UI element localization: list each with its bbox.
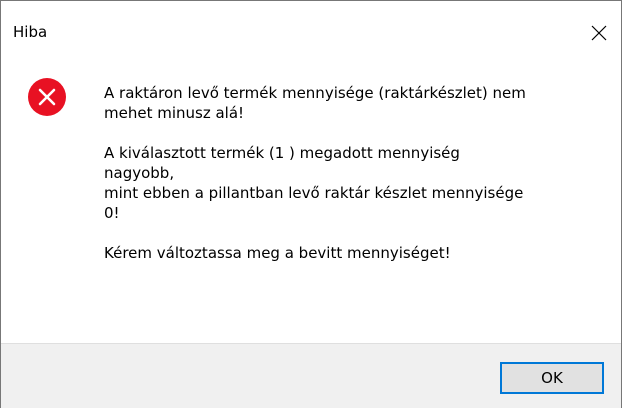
message-spacer: [104, 123, 604, 143]
close-button[interactable]: [577, 15, 621, 51]
message-line: mint ebben a pillantban levő raktár kész…: [104, 184, 524, 202]
dialog-footer: OK: [1, 343, 621, 408]
message-line: A kiválasztott termék (1 ) megadott menn…: [104, 144, 460, 162]
window-title: Hiba: [13, 23, 48, 41]
message-line: Kérem változtassa meg a bevitt mennyiség…: [104, 244, 451, 262]
title-bar: Hiba: [1, 1, 621, 57]
ok-button[interactable]: OK: [500, 362, 604, 394]
dialog-body: A raktáron levő termék mennyisége (raktá…: [1, 57, 621, 343]
message-line: A raktáron levő termék mennyisége (raktá…: [104, 84, 526, 102]
error-message: A raktáron levő termék mennyisége (raktá…: [104, 83, 604, 263]
message-line: mehet minusz alá!: [104, 104, 245, 122]
message-spacer: [104, 223, 604, 243]
error-icon: [28, 78, 66, 116]
message-line: nagyobb,: [104, 164, 175, 182]
message-line: 0!: [104, 204, 120, 222]
error-dialog: Hiba A raktáron levő termék mennyisége (…: [0, 0, 622, 408]
close-icon: [591, 25, 607, 41]
ok-button-label: OK: [541, 369, 563, 387]
